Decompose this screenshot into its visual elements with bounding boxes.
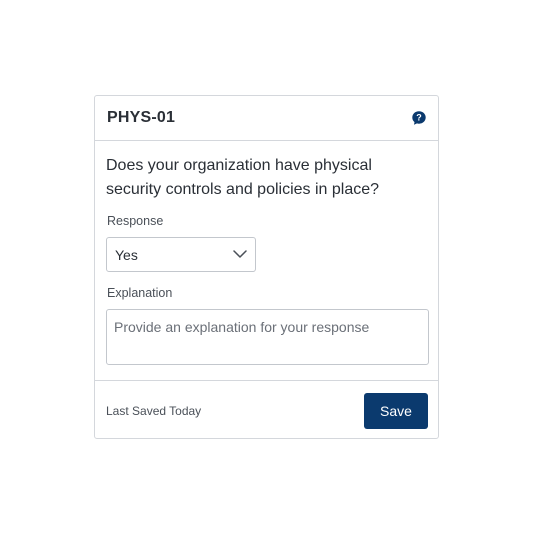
card-footer: Last Saved Today Save xyxy=(95,380,438,438)
explanation-textarea[interactable]: Provide an explanation for your response xyxy=(106,309,429,365)
save-button[interactable]: Save xyxy=(364,393,428,429)
explanation-label: Explanation xyxy=(107,286,173,300)
chevron-down-icon xyxy=(233,250,247,258)
control-id-title: PHYS-01 xyxy=(107,109,176,126)
card-header: PHYS-01 ? xyxy=(95,96,438,141)
svg-text:?: ? xyxy=(416,113,422,123)
question-mark-icon[interactable]: ? xyxy=(411,110,427,126)
question-text: Does your organization have physical sec… xyxy=(106,157,380,198)
question-card: PHYS-01 ? Does your organization have ph… xyxy=(94,95,439,439)
response-selected-value: Yes xyxy=(115,247,138,263)
explanation-placeholder: Provide an explanation for your response xyxy=(114,319,370,335)
response-label: Response xyxy=(107,214,164,228)
last-saved-status: Last Saved Today xyxy=(106,404,202,418)
response-select[interactable]: Yes xyxy=(106,237,256,272)
